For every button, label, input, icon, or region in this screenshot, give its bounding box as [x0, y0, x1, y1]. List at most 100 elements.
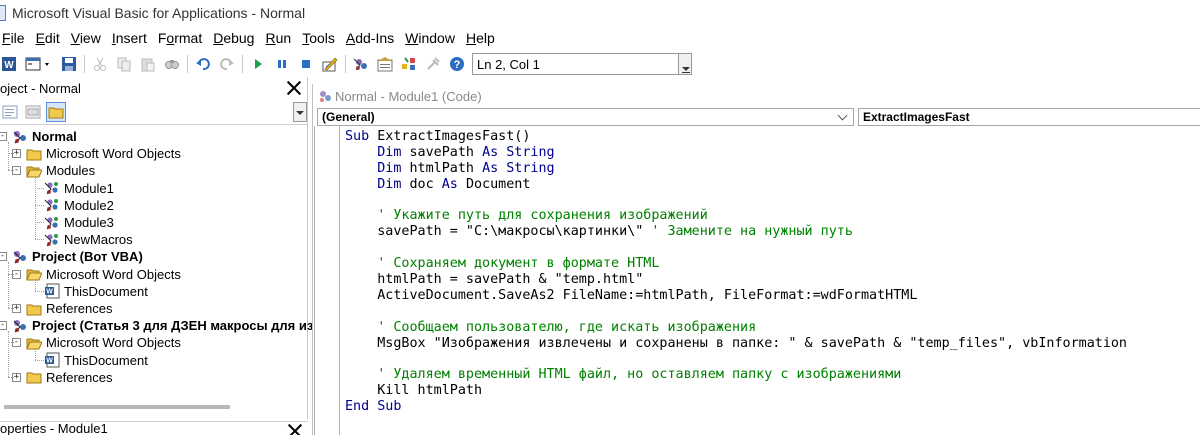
design-mode-icon[interactable]: [321, 55, 339, 73]
code-comment: ' Сохраняем документ в формате HTML: [345, 256, 660, 272]
tree-node[interactable]: W ThisDocument: [44, 283, 149, 300]
object-combo[interactable]: (General): [317, 108, 854, 126]
code-text[interactable]: Sub ExtractImagesFast() Dim savePath As …: [340, 126, 1200, 435]
code-line[interactable]: [345, 351, 1200, 367]
code-line[interactable]: Sub ExtractImagesFast(): [345, 129, 1200, 145]
code-line[interactable]: ' Удаляем временный HTML файл, но оставл…: [345, 367, 1200, 383]
chevron-down-icon: [837, 110, 848, 120]
menu-run[interactable]: Run: [265, 30, 291, 46]
copy-icon[interactable]: [115, 55, 133, 73]
close-icon[interactable]: [286, 422, 304, 435]
properties-icon[interactable]: [376, 55, 394, 73]
tree-node[interactable]: - Normal: [0, 128, 78, 145]
code-line[interactable]: Dim savePath As String: [345, 145, 1200, 161]
tree-horizontal-scrollbar[interactable]: [4, 405, 230, 409]
code-line[interactable]: [345, 304, 1200, 320]
code-editor[interactable]: Sub ExtractImagesFast() Dim savePath As …: [313, 126, 1200, 435]
code-line[interactable]: ' Укажите путь для сохранения изображени…: [345, 208, 1200, 224]
code-line[interactable]: ' Сообщаем пользователю, где искать изоб…: [345, 320, 1200, 336]
reset-icon[interactable]: [297, 55, 315, 73]
close-icon[interactable]: [285, 79, 303, 97]
menu-insert[interactable]: Insert: [112, 30, 147, 46]
redo-icon[interactable]: [218, 55, 236, 73]
toggle-folders-icon[interactable]: [46, 101, 66, 122]
code-line[interactable]: MsgBox "Изображения извлечены и сохранен…: [345, 336, 1200, 352]
menu-help[interactable]: Help: [466, 30, 495, 46]
cursor-position-text: Ln 2, Col 1: [477, 56, 540, 72]
code-line[interactable]: ' Сохраняем документ в формате HTML: [345, 256, 1200, 272]
tree-node[interactable]: + References: [12, 369, 113, 386]
code-line[interactable]: htmlPath = savePath & "temp.html": [345, 272, 1200, 288]
project-explorer-icon[interactable]: [352, 55, 370, 73]
code-line[interactable]: ActiveDocument.SaveAs2 FileName:=htmlPat…: [345, 288, 1200, 304]
help-icon[interactable]: ?: [448, 55, 466, 73]
menu-debug[interactable]: Debug: [213, 30, 254, 46]
tree-node[interactable]: + Microsoft Word Objects: [12, 145, 182, 162]
tree-node-label: Microsoft Word Objects: [46, 266, 181, 282]
object-browser-icon[interactable]: [400, 55, 418, 73]
tree-node[interactable]: + References: [12, 300, 113, 317]
paste-icon[interactable]: [139, 55, 157, 73]
project-explorer-toolbar: [0, 99, 307, 125]
menu-view[interactable]: View: [71, 30, 101, 46]
tree-node[interactable]: Module1: [44, 180, 115, 197]
find-icon[interactable]: [163, 55, 181, 73]
word-icon[interactable]: W: [0, 55, 18, 73]
tree-node[interactable]: Module3: [44, 214, 115, 231]
tree-node-label: References: [46, 369, 113, 385]
code-combo-row: (General) ExtractImagesFast: [313, 108, 1200, 126]
folder-icon: [26, 301, 42, 317]
menu-tools[interactable]: Tools: [302, 30, 335, 46]
collapse-icon[interactable]: -: [0, 321, 7, 331]
project-tree: - Normal + Microsoft Word Objects - Modules Mo…: [0, 125, 313, 419]
code-text-span: MsgBox "Изображения извлечены и сохранен…: [345, 335, 1127, 351]
word-document-icon: W: [44, 352, 60, 368]
tree-node[interactable]: NewMacros: [44, 231, 134, 248]
tree-node[interactable]: - Microsoft Word Objects: [12, 334, 182, 351]
code-line[interactable]: [345, 240, 1200, 256]
tree-node-label: Microsoft Word Objects: [46, 146, 181, 162]
break-icon[interactable]: [273, 55, 291, 73]
folder-open-icon: [26, 266, 42, 282]
toolbox-icon[interactable]: [424, 55, 442, 73]
toolbar-overflow-button[interactable]: [678, 53, 692, 75]
insert-userform-icon[interactable]: [24, 55, 54, 73]
code-line[interactable]: End Sub: [345, 399, 1200, 415]
view-object-icon[interactable]: [23, 102, 43, 122]
tree-node[interactable]: W ThisDocument: [44, 352, 149, 369]
collapse-icon[interactable]: -: [0, 252, 7, 262]
vba-app-icon: [0, 5, 6, 21]
run-icon[interactable]: [249, 55, 267, 73]
code-text-span: savePath = "C:\макросы\картинки\": [345, 224, 652, 240]
code-line[interactable]: Dim htmlPath As String: [345, 161, 1200, 177]
code-keyword: Dim: [345, 144, 410, 160]
project-explorer-pane: oject - Normal - Normal + Microsoft Word Ob…: [0, 77, 313, 419]
view-code-icon[interactable]: [0, 102, 20, 122]
tree-node[interactable]: - Project (Статья 3 для ДЗЕН макросы для …: [0, 317, 314, 334]
collapse-icon[interactable]: -: [0, 132, 7, 141]
procedure-combo[interactable]: ExtractImagesFast: [857, 108, 1200, 126]
menu-add-ins[interactable]: Add-Ins: [346, 30, 394, 46]
menu-format[interactable]: Format: [158, 30, 202, 46]
code-line[interactable]: Kill htmlPath: [345, 383, 1200, 399]
code-line[interactable]: [345, 193, 1200, 209]
cut-icon[interactable]: [91, 55, 109, 73]
save-icon[interactable]: [60, 55, 78, 73]
code-line[interactable]: Dim doc As Document: [345, 177, 1200, 193]
tree-node-label: Module3: [64, 215, 114, 230]
code-comment: ' Сообщаем пользователю, где искать изоб…: [345, 319, 757, 335]
undo-icon[interactable]: [194, 55, 212, 73]
tree-node[interactable]: - Project (Вот VBA): [0, 248, 144, 265]
code-line[interactable]: savePath = "C:\макросы\картинки\" ' Заме…: [345, 224, 1200, 240]
tree-node[interactable]: - Modules: [12, 162, 96, 179]
menu-window[interactable]: Window: [405, 30, 455, 46]
menu-edit[interactable]: Edit: [36, 30, 60, 46]
pane-menu-button[interactable]: [293, 102, 307, 122]
menu-file[interactable]: File: [2, 30, 25, 46]
tree-node[interactable]: - Microsoft Word Objects: [12, 266, 182, 283]
margin-indicator-bar[interactable]: [314, 126, 340, 435]
code-text-span: doc: [409, 176, 442, 192]
tree-node[interactable]: Module2: [44, 197, 115, 214]
folder-icon: [26, 369, 42, 385]
code-keyword: As String: [482, 160, 555, 176]
